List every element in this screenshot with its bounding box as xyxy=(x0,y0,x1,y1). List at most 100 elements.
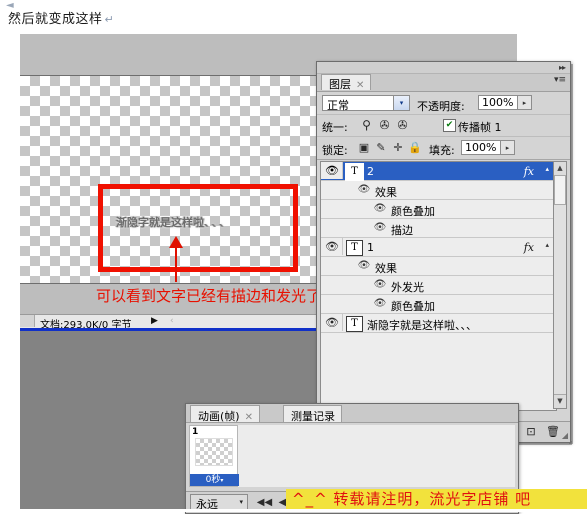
text-layer-thumbnail-icon: T xyxy=(346,316,363,332)
effect-label: 外发光 xyxy=(391,281,424,294)
layer-row-1[interactable]: 👁 T 1 fx ▴ xyxy=(321,238,556,257)
animation-frame-1[interactable]: 1 0秒▾ xyxy=(189,425,239,487)
red-rectangle-annotation xyxy=(98,184,298,272)
document-caption: 然后就变成这样 ↵ xyxy=(8,8,114,27)
lock-transparent-pixels-icon[interactable]: ▣ xyxy=(357,141,371,155)
new-layer-icon[interactable]: ⊡ xyxy=(523,425,539,439)
layer-1-effect-outer-glow[interactable]: 👁 外发光 xyxy=(321,276,556,295)
document-caption-text: 然后就变成这样 xyxy=(8,12,103,27)
text-layer-thumbnail-icon: T xyxy=(346,240,363,256)
eye-icon[interactable]: 👁 xyxy=(373,298,387,310)
layer-list-scrollbar[interactable]: ▲ ▼ xyxy=(553,161,567,409)
eye-icon[interactable]: 👁 xyxy=(357,184,371,196)
animation-frame-strip: 1 0秒▾ xyxy=(189,425,515,487)
lock-all-icon[interactable]: 🔒 xyxy=(408,141,422,155)
scroll-up-icon[interactable]: ▲ xyxy=(554,162,566,176)
fx-expand-icon[interactable]: ▴ xyxy=(545,241,549,249)
opacity-input[interactable]: 100% xyxy=(478,95,518,110)
eye-icon[interactable]: 👁 xyxy=(325,165,339,177)
lock-image-pixels-icon[interactable]: ✎ xyxy=(374,141,388,155)
eye-icon[interactable]: 👁 xyxy=(325,317,339,329)
layer-2-effect-color-overlay[interactable]: 👁 颜色叠加 xyxy=(321,200,556,219)
layers-panel-tab-row: 图层 ✕ ▾≡ xyxy=(317,74,570,92)
text-layer-thumbnail-icon: T xyxy=(345,163,364,181)
fx-icon[interactable]: fx xyxy=(524,165,534,178)
layer-2-name: 2 xyxy=(367,165,374,178)
blend-mode-value: 正常 xyxy=(327,99,349,112)
pilcrow-icon: ↵ xyxy=(104,13,115,26)
lock-label: 锁定: xyxy=(322,144,348,157)
effect-label: 描边 xyxy=(391,224,413,237)
opacity-label: 不透明度: xyxy=(417,100,465,113)
fill-label: 填充: xyxy=(429,144,455,157)
layer-2-eye-cell[interactable]: 👁 xyxy=(321,162,343,179)
propagate-frame-label: 传播帧 1 xyxy=(458,121,502,134)
collapse-panel-icon[interactable]: ▸▸ xyxy=(559,63,566,72)
chevron-down-icon[interactable]: ▾ xyxy=(220,477,223,484)
watermark-text: ^_^ 转载请注明，流光字店铺 吧 xyxy=(292,490,532,508)
panel-menu-icon[interactable]: ▾≡ xyxy=(554,75,566,85)
tab-layers-label: 图层 xyxy=(329,78,351,91)
opacity-slider-icon[interactable]: ▸ xyxy=(518,95,532,110)
tab-close-icon[interactable]: ✕ xyxy=(356,80,364,91)
animation-panel-tab-row: 动画(帧) ✕ 测量记录 xyxy=(186,404,518,423)
frame-number-label: 1 xyxy=(192,427,199,437)
tab-measurement-label: 测量记录 xyxy=(291,410,335,423)
layer-2-effects-group[interactable]: 👁 效果 xyxy=(321,181,556,200)
unify-row: 统一: ⚲ ✇ ✇ ✔ 传播帧 1 xyxy=(317,115,570,137)
blend-mode-row: 正常 ▾ 不透明度: 100% ▸ xyxy=(317,92,570,115)
fx-expand-icon[interactable]: ▴ xyxy=(545,165,549,173)
status-bar-chevron-icon[interactable]: ‹ xyxy=(170,316,174,326)
blend-mode-select[interactable]: 正常 ▾ xyxy=(322,95,410,112)
layer-1-effect-color-overlay[interactable]: 👁 颜色叠加 xyxy=(321,295,556,314)
frame-delay-selector[interactable]: 0秒▾ xyxy=(190,474,239,486)
layers-panel-title-strip[interactable]: ▸▸ xyxy=(317,62,570,74)
unify-visibility-icon[interactable]: ✇ xyxy=(377,118,392,133)
status-bar-grip[interactable] xyxy=(20,315,35,327)
layer-base-name: 渐隐字就是这样啦、、、 xyxy=(367,319,477,332)
unify-style-icon[interactable]: ✇ xyxy=(395,118,410,133)
layer-1-name: 1 xyxy=(367,241,374,254)
layer-1-eye-cell[interactable]: 👁 xyxy=(321,238,343,255)
layer-row-base-text[interactable]: 👁 T 渐隐字就是这样啦、、、 xyxy=(321,314,556,333)
propagate-frame-checkbox[interactable]: ✔ xyxy=(443,119,456,132)
tab-animation-label: 动画(帧) xyxy=(198,410,240,423)
lock-position-icon[interactable]: ✛ xyxy=(391,141,405,155)
select-first-frame-icon[interactable]: ◀◀ xyxy=(256,495,273,510)
eye-icon[interactable]: 👁 xyxy=(357,260,371,272)
scrollbar-thumb[interactable] xyxy=(554,175,566,205)
frame-delay-value: 0秒 xyxy=(205,475,221,485)
layers-panel: ▸▸ 图层 ✕ ▾≡ 正常 ▾ 不透明度: 100% ▸ 统一: ⚲ ✇ ✇ ✔ … xyxy=(316,61,571,443)
red-annotation-text: 可以看到文字已经有描边和发光了。 xyxy=(96,287,337,305)
effects-group-label: 效果 xyxy=(375,186,397,199)
unify-position-icon[interactable]: ⚲ xyxy=(359,118,374,133)
layer-base-eye-cell[interactable]: 👁 xyxy=(321,314,343,331)
layer-2-effect-stroke[interactable]: 👁 描边 xyxy=(321,219,556,238)
loop-option-select[interactable]: 永远 ▾ xyxy=(190,494,248,511)
delete-layer-icon[interactable]: 🗑 xyxy=(545,425,561,439)
frame-thumbnail xyxy=(195,438,233,466)
tab-close-icon[interactable]: ✕ xyxy=(245,412,253,423)
effect-label: 颜色叠加 xyxy=(391,205,435,218)
chevron-down-icon[interactable]: ▾ xyxy=(239,498,243,506)
tab-animation-frames[interactable]: 动画(帧) ✕ xyxy=(190,405,260,423)
scroll-down-icon[interactable]: ▼ xyxy=(554,394,566,408)
tab-layers[interactable]: 图层 ✕ xyxy=(321,74,372,91)
red-arrow-line xyxy=(175,244,177,282)
fill-slider-icon[interactable]: ▸ xyxy=(501,140,515,155)
eye-icon[interactable]: 👁 xyxy=(373,279,387,291)
chevron-down-icon[interactable]: ▾ xyxy=(393,96,409,110)
unify-label: 统一: xyxy=(322,121,348,134)
eye-icon[interactable]: 👁 xyxy=(325,241,339,253)
panel-resize-grip[interactable]: ◢ xyxy=(562,431,568,440)
eye-icon[interactable]: 👁 xyxy=(373,203,387,215)
layer-list: 👁 T 2 fx ▴ 👁 效果 👁 颜色叠加 👁 描边 👁 T 1 fx ▴ 👁… xyxy=(320,161,557,411)
layer-1-effects-group[interactable]: 👁 效果 xyxy=(321,257,556,276)
eye-icon[interactable]: 👁 xyxy=(373,222,387,234)
fill-input[interactable]: 100% xyxy=(461,140,501,155)
layer-row-2[interactable]: 👁 T 2 fx ▴ xyxy=(321,162,556,181)
status-bar-arrow-icon[interactable]: ▶ xyxy=(151,316,158,326)
tab-measurement-log[interactable]: 测量记录 xyxy=(283,405,342,423)
effect-label: 颜色叠加 xyxy=(391,300,435,313)
fx-icon[interactable]: fx xyxy=(524,241,534,254)
